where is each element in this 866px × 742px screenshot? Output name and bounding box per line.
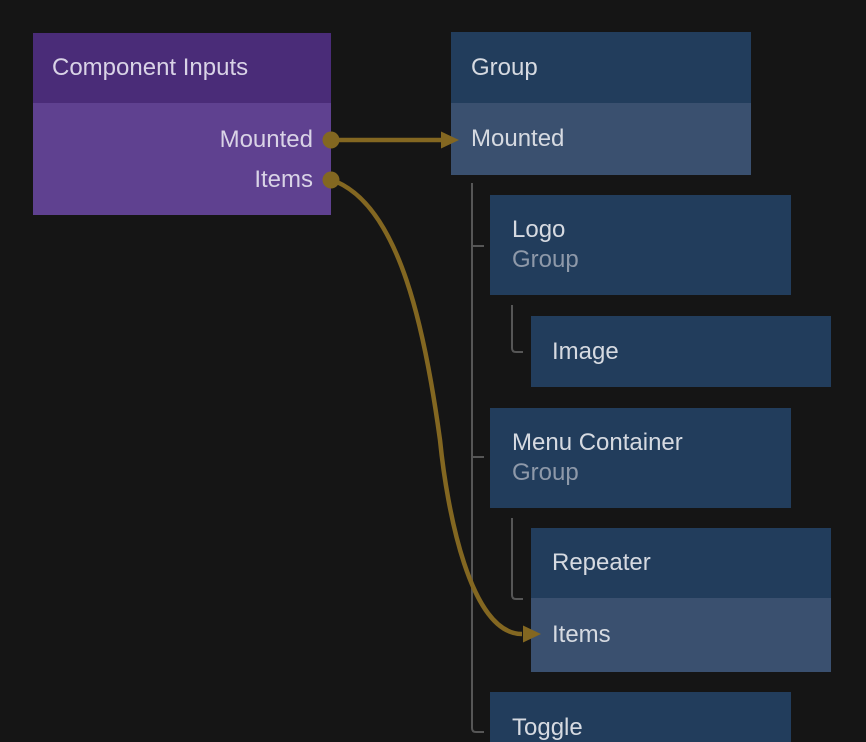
menu-container-node-subtitle: Group bbox=[512, 458, 791, 488]
input-port-mounted-label: Mounted bbox=[471, 125, 564, 153]
output-port-items[interactable]: Items bbox=[33, 160, 331, 200]
image-node[interactable]: Image bbox=[531, 316, 831, 387]
group-node-title: Group bbox=[471, 54, 538, 82]
logo-node-title: Logo bbox=[512, 215, 791, 245]
tree-branch-image bbox=[512, 305, 523, 352]
logo-node[interactable]: Logo Group bbox=[490, 195, 791, 295]
component-inputs-node[interactable]: Component Inputs Mounted Items bbox=[33, 33, 331, 215]
repeater-node-title: Repeater bbox=[552, 549, 651, 577]
component-inputs-title: Component Inputs bbox=[52, 54, 248, 82]
output-port-items-label: Items bbox=[254, 166, 313, 194]
group-node-header[interactable]: Group bbox=[451, 32, 751, 103]
input-port-items[interactable]: Items bbox=[531, 598, 831, 672]
component-inputs-body: Mounted Items bbox=[33, 103, 331, 215]
output-port-mounted-label: Mounted bbox=[220, 126, 313, 154]
output-port-mounted[interactable]: Mounted bbox=[33, 120, 331, 160]
menu-container-node-title: Menu Container bbox=[512, 428, 791, 458]
input-port-items-label: Items bbox=[552, 621, 611, 649]
toggle-node-title: Toggle bbox=[512, 714, 583, 742]
image-node-title: Image bbox=[552, 338, 619, 366]
input-port-mounted[interactable]: Mounted bbox=[451, 103, 751, 175]
node-graph-canvas: Component Inputs Mounted Items Group Mou… bbox=[0, 0, 866, 742]
menu-container-node[interactable]: Menu Container Group bbox=[490, 408, 791, 508]
repeater-node[interactable]: Repeater Items bbox=[531, 528, 831, 672]
repeater-node-header[interactable]: Repeater bbox=[531, 528, 831, 598]
logo-node-subtitle: Group bbox=[512, 245, 791, 275]
tree-branch-repeater bbox=[512, 518, 523, 599]
component-inputs-header[interactable]: Component Inputs bbox=[33, 33, 331, 103]
toggle-node[interactable]: Toggle bbox=[490, 692, 791, 742]
group-node[interactable]: Group Mounted bbox=[451, 32, 751, 175]
tree-trunk-line bbox=[472, 183, 484, 732]
